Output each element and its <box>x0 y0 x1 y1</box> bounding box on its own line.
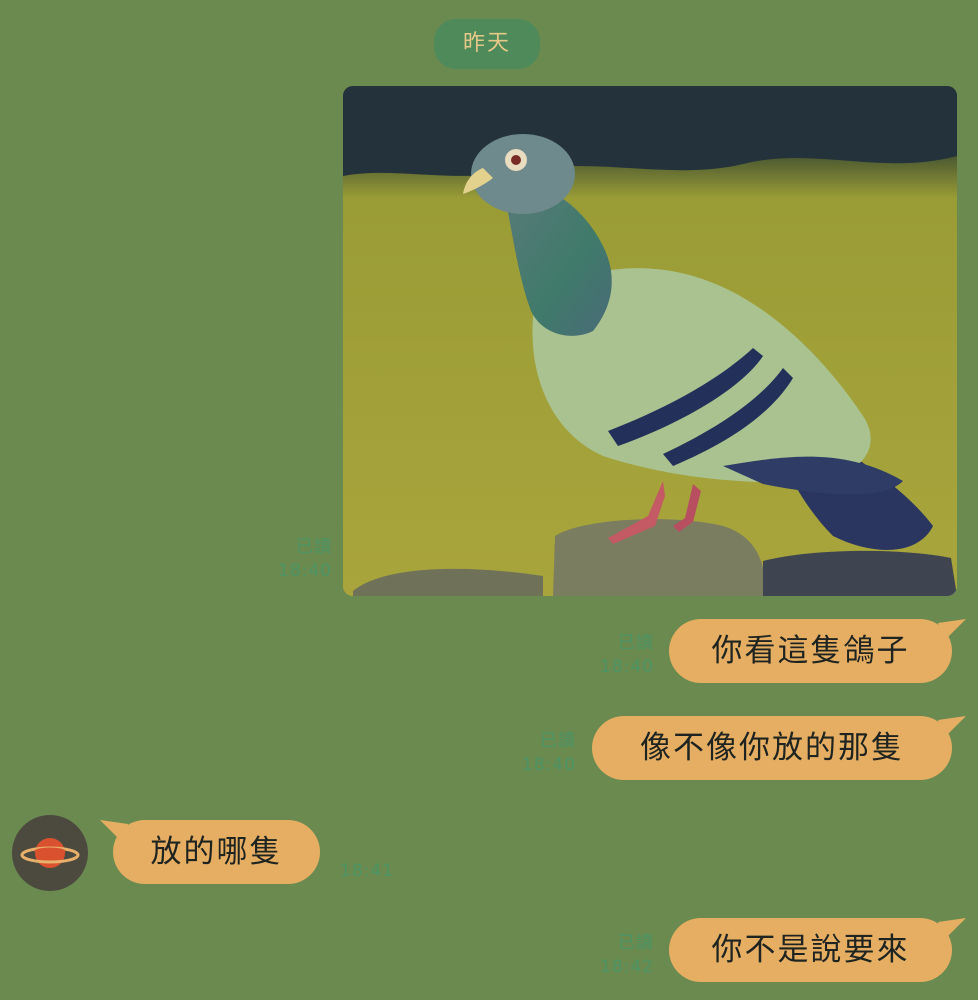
sent-message-bubble[interactable]: 像不像你放的那隻 <box>592 716 952 780</box>
read-status: 已讀 <box>296 537 332 557</box>
sent-photo[interactable] <box>343 86 957 596</box>
date-separator: 昨天 <box>434 19 540 69</box>
bubble-tail <box>938 918 966 940</box>
message-meta: 18:41 <box>340 859 404 883</box>
sent-message-bubble[interactable]: 你看這隻鴿子 <box>669 619 952 683</box>
read-status: 已讀 <box>618 633 654 653</box>
message-time: 18:40 <box>600 657 654 677</box>
pigeon-image <box>343 86 957 596</box>
photo-message-meta: 已讀 18:40 <box>268 535 332 583</box>
message-time: 18:41 <box>340 861 394 881</box>
message-meta: 已讀 18:40 <box>590 631 654 679</box>
bubble-tail <box>938 716 966 738</box>
bubble-tail <box>938 619 966 641</box>
sent-message-bubble[interactable]: 你不是說要來 <box>669 918 952 982</box>
received-message-bubble[interactable]: 放的哪隻 <box>113 820 320 884</box>
message-time: 18:40 <box>278 561 332 581</box>
read-status: 已讀 <box>618 933 654 953</box>
message-time: 18:40 <box>522 755 576 775</box>
message-meta: 已讀 18:42 <box>590 931 654 979</box>
read-status: 已讀 <box>540 731 576 751</box>
planet-icon <box>20 838 80 868</box>
message-meta: 已讀 18:40 <box>512 729 576 777</box>
message-time: 18:42 <box>600 957 654 977</box>
contact-avatar[interactable] <box>12 815 88 891</box>
